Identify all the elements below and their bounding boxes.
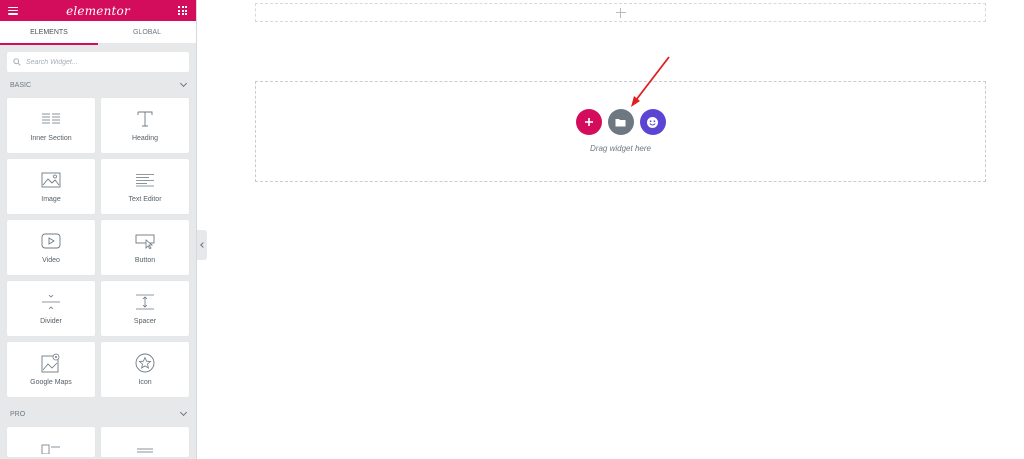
envato-kit-button[interactable]: [639, 109, 666, 135]
widget-label: Inner Section: [30, 135, 72, 142]
spacer-icon: [136, 294, 154, 310]
widget-text-editor[interactable]: Text Editor: [101, 159, 189, 214]
search-icon: [13, 58, 21, 66]
drop-zone-hint: Drag widget here: [590, 144, 651, 153]
chevron-down-icon: [179, 408, 188, 417]
widget-google-maps[interactable]: Google Maps: [7, 342, 95, 397]
pro-widget-icon: [41, 444, 60, 454]
search-box[interactable]: [7, 52, 189, 72]
category-pro-header[interactable]: PRO: [0, 407, 196, 421]
widget-label: Heading: [131, 135, 159, 142]
search-input[interactable]: [26, 58, 176, 66]
chevron-down-icon: [179, 79, 188, 88]
widget-video[interactable]: Video: [7, 220, 95, 275]
drop-zone-buttons: [575, 109, 666, 135]
widget-image[interactable]: Image: [7, 159, 95, 214]
widget-spacer[interactable]: Spacer: [101, 281, 189, 336]
widget-heading[interactable]: Heading: [101, 98, 189, 153]
add-section-placeholder[interactable]: [255, 3, 986, 22]
widget-inner-section[interactable]: Inner Section: [7, 98, 95, 153]
category-title: PRO: [10, 410, 26, 418]
divider-icon: [42, 294, 60, 310]
panel-header: elementor: [0, 0, 196, 21]
pro-widgets-grid: [0, 421, 196, 457]
pro-widget-icon: [137, 448, 153, 452]
menu-icon[interactable]: [8, 6, 18, 15]
star-icon: [135, 353, 155, 373]
widget-label: Icon: [138, 379, 152, 386]
panel-tabs: ELEMENTS GLOBAL: [0, 21, 196, 45]
widget-label: Text Editor: [128, 196, 162, 203]
elementor-logo: elementor: [66, 3, 130, 18]
heading-icon: [137, 111, 153, 127]
basic-widgets-grid: Inner Section Heading Image Text Editor …: [0, 92, 196, 397]
widget-label: Google Maps: [30, 379, 72, 386]
button-icon: [135, 234, 155, 249]
image-icon: [41, 172, 61, 188]
widget-divider[interactable]: Divider: [7, 281, 95, 336]
plus-icon: [584, 118, 593, 126]
widget-label: Spacer: [133, 318, 157, 325]
drop-zone[interactable]: Drag widget here: [255, 81, 986, 182]
widgets-grid-icon[interactable]: [178, 6, 187, 15]
elements-panel: elementor ELEMENTS GLOBAL BASIC: [0, 0, 197, 459]
panel-collapse-toggle[interactable]: [197, 230, 207, 260]
widget-label: Divider: [40, 318, 62, 325]
plus-icon: [615, 7, 626, 18]
widget-label: Video: [42, 257, 60, 264]
widget-pro-item[interactable]: [7, 427, 95, 457]
widget-label: Button: [134, 257, 156, 264]
add-template-button[interactable]: [607, 109, 634, 135]
widget-icon[interactable]: Icon: [101, 342, 189, 397]
chevron-left-icon: [200, 242, 206, 248]
widget-button[interactable]: Button: [101, 220, 189, 275]
search-container: [0, 45, 196, 78]
category-title: BASIC: [10, 81, 32, 89]
emoji-icon: [647, 116, 658, 128]
widget-pro-item[interactable]: [101, 427, 189, 457]
tab-global[interactable]: GLOBAL: [98, 21, 196, 45]
text-editor-icon: [136, 174, 154, 187]
elementor-editor: elementor ELEMENTS GLOBAL BASIC: [0, 0, 1024, 459]
video-icon: [41, 233, 61, 249]
add-section-button[interactable]: [575, 109, 602, 135]
inner-section-icon: [42, 113, 60, 124]
category-basic-header[interactable]: BASIC: [0, 78, 196, 92]
tab-elements[interactable]: ELEMENTS: [0, 21, 98, 45]
google-maps-icon: [41, 353, 60, 373]
widget-label: Image: [41, 196, 61, 203]
folder-icon: [615, 118, 626, 126]
